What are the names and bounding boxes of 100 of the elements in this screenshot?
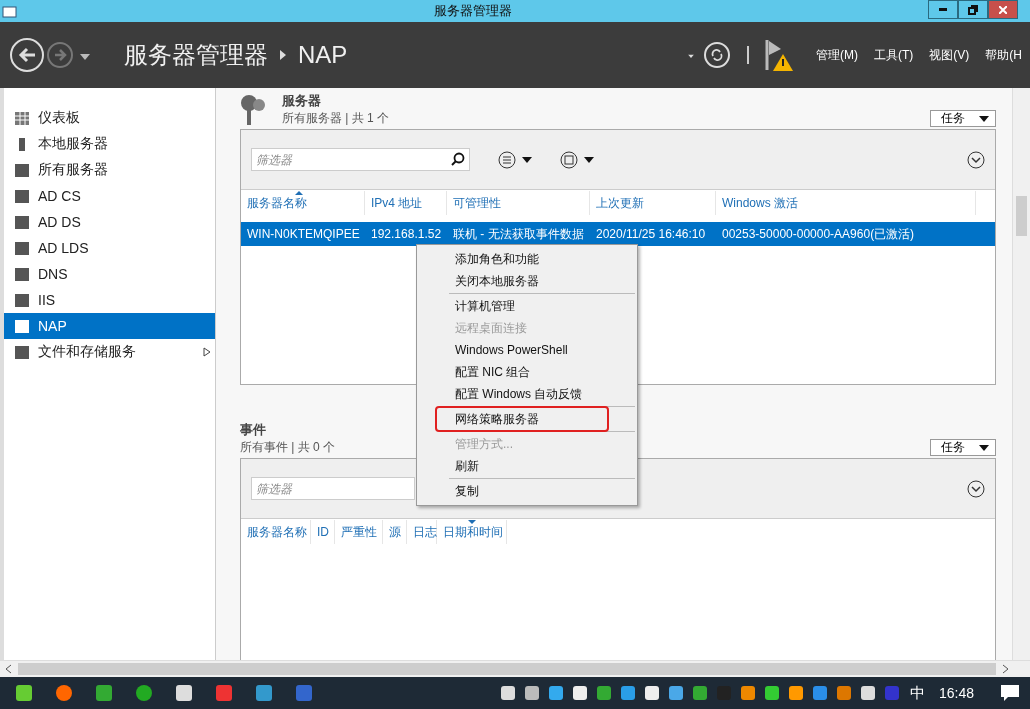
minimize-icon — [939, 8, 947, 11]
collapse-icon[interactable] — [967, 150, 985, 169]
column-header[interactable]: IPv4 地址 — [365, 191, 447, 215]
menu-item[interactable]: 管理(M) — [808, 46, 866, 64]
sidebar-item[interactable]: 文件和存储服务 — [4, 339, 215, 365]
clock[interactable]: 16:48 — [938, 685, 974, 701]
menu-item[interactable]: 复制 — [437, 480, 635, 502]
table-cell-text: 00253-50000-00000-AA960(已激活) — [721, 225, 916, 243]
app-icon[interactable] — [14, 683, 34, 703]
table-cell-text: 2020/11/25 16:46:10 — [595, 227, 707, 241]
tray-icon[interactable] — [571, 685, 588, 701]
table-cell-text: WIN-N0KTEMQIPEE — [246, 227, 361, 241]
forward-button[interactable] — [47, 42, 73, 68]
scroll-left-icon[interactable] — [4, 664, 14, 674]
tray-icon[interactable] — [787, 685, 804, 701]
menu-item[interactable]: 工具(T) — [866, 46, 922, 64]
horizontal-scrollbar[interactable] — [0, 660, 1030, 677]
menu-item[interactable]: 添加角色和功能 — [437, 248, 635, 270]
back-button[interactable] — [10, 38, 44, 72]
column-header[interactable]: 服务器名称 — [241, 191, 365, 215]
sidebar-item[interactable]: 仪表板 — [4, 105, 215, 131]
menu-item[interactable]: 帮助(H — [977, 46, 1030, 64]
menu-item[interactable]: Windows PowerShell — [437, 339, 635, 361]
chevron-icon — [280, 50, 286, 60]
column-header[interactable]: 日期和时间 — [437, 520, 507, 544]
caret-icon — [979, 444, 989, 451]
restore-icon — [968, 4, 978, 15]
tray-icon[interactable] — [859, 685, 876, 701]
column-header[interactable]: 服务器名称 — [241, 520, 311, 544]
app-icon[interactable] — [134, 683, 154, 703]
tray-icon[interactable] — [643, 685, 660, 701]
caret-icon — [979, 115, 989, 122]
ime-indicator[interactable]: 中 — [909, 683, 925, 703]
caret-icon — [584, 156, 594, 163]
app-icon[interactable] — [254, 683, 274, 703]
sidebar-item[interactable]: AD DS — [4, 209, 215, 235]
tray-icon[interactable] — [739, 685, 756, 701]
tray-icon[interactable] — [523, 685, 540, 701]
section-title: 事件 — [240, 421, 267, 439]
save-query-button[interactable] — [560, 150, 594, 169]
back-arrow-icon — [17, 45, 37, 65]
column-header[interactable]: 严重性 — [335, 520, 383, 544]
app-icon — [2, 4, 18, 18]
column-header[interactable]: ID — [311, 520, 335, 544]
scroll-right-icon[interactable] — [1000, 664, 1010, 674]
tasks-button[interactable]: 任务 — [930, 439, 996, 456]
caret-icon — [80, 54, 90, 60]
app-icon[interactable] — [54, 683, 74, 703]
flag-warning-icon[interactable] — [764, 38, 794, 72]
sidebar-item[interactable]: IIS — [4, 287, 215, 313]
table-cell-text: 联机 - 无法获取事件数据 — [452, 225, 585, 243]
breadcrumb-item: NAP — [298, 41, 348, 69]
divider-icon — [747, 46, 750, 64]
sidebar-item[interactable]: DNS — [4, 261, 215, 287]
sidebar-item[interactable]: 所有服务器 — [4, 157, 215, 183]
column-header[interactable]: Windows 激活 — [716, 191, 976, 215]
menu-item[interactable]: 计算机管理 — [437, 295, 635, 317]
app-icon[interactable] — [94, 683, 114, 703]
menu-item[interactable]: 关闭本地服务器 — [437, 270, 635, 292]
section-subtitle: 所有服务器 | 共 1 个 — [282, 110, 390, 127]
breadcrumb-item[interactable]: 服务器管理器 — [124, 39, 268, 71]
tray-icon[interactable] — [499, 685, 516, 701]
refresh-icon — [710, 48, 724, 62]
filter-field[interactable]: 筛选器 — [251, 477, 415, 500]
column-header[interactable]: 上次更新 — [590, 191, 716, 215]
filter-field[interactable]: 筛选器 — [251, 148, 470, 171]
collapse-icon[interactable] — [967, 479, 985, 498]
sidebar-item[interactable]: NAP — [4, 313, 215, 339]
sort-arrow-icon — [295, 191, 303, 195]
table-row[interactable]: WIN-N0KTEMQIPEE 192.168.1.52 联机 - 无法获取事件数据 2020/11/25 16:46:10 00253-50000-00000-AA960(已激活) — [241, 222, 995, 246]
close-button[interactable] — [988, 0, 1018, 19]
tray-icon[interactable] — [547, 685, 564, 701]
menu-item[interactable]: 视图(V) — [921, 46, 978, 64]
tray-icon[interactable] — [667, 685, 684, 701]
menu-item[interactable]: 网络策略服务器 — [437, 408, 607, 430]
column-header[interactable]: 日志 — [407, 520, 437, 544]
minimize-button[interactable] — [928, 0, 958, 19]
column-header[interactable]: 可管理性 — [447, 191, 590, 215]
app-icon[interactable] — [174, 683, 194, 703]
close-icon — [999, 5, 1007, 14]
notification-icon[interactable] — [1000, 684, 1020, 702]
menu-item[interactable]: 配置 NIC 组合 — [437, 361, 635, 383]
scrollbar[interactable] — [1012, 88, 1030, 660]
forward-arrow-icon — [53, 48, 67, 62]
window-title: 服务器管理器 — [433, 2, 513, 20]
menu-item[interactable]: 配置 Windows 自动反馈 — [437, 383, 635, 405]
refresh-button[interactable] — [704, 42, 730, 68]
sidebar-item[interactable]: AD LDS — [4, 235, 215, 261]
menu-item[interactable]: 刷新 — [437, 455, 635, 477]
view-options-button[interactable] — [498, 150, 532, 169]
column-header[interactable]: 源 — [383, 520, 407, 544]
tray-icon[interactable] — [763, 685, 780, 701]
section-subtitle: 所有事件 | 共 0 个 — [240, 439, 336, 456]
sidebar-item[interactable]: 本地服务器 — [4, 131, 215, 157]
restore-button[interactable] — [958, 0, 988, 19]
search-icon[interactable] — [451, 152, 465, 166]
caret-icon — [522, 156, 532, 163]
tasks-button[interactable]: 任务 — [930, 110, 996, 127]
caret-icon — [688, 54, 694, 58]
sidebar-item[interactable]: AD CS — [4, 183, 215, 209]
